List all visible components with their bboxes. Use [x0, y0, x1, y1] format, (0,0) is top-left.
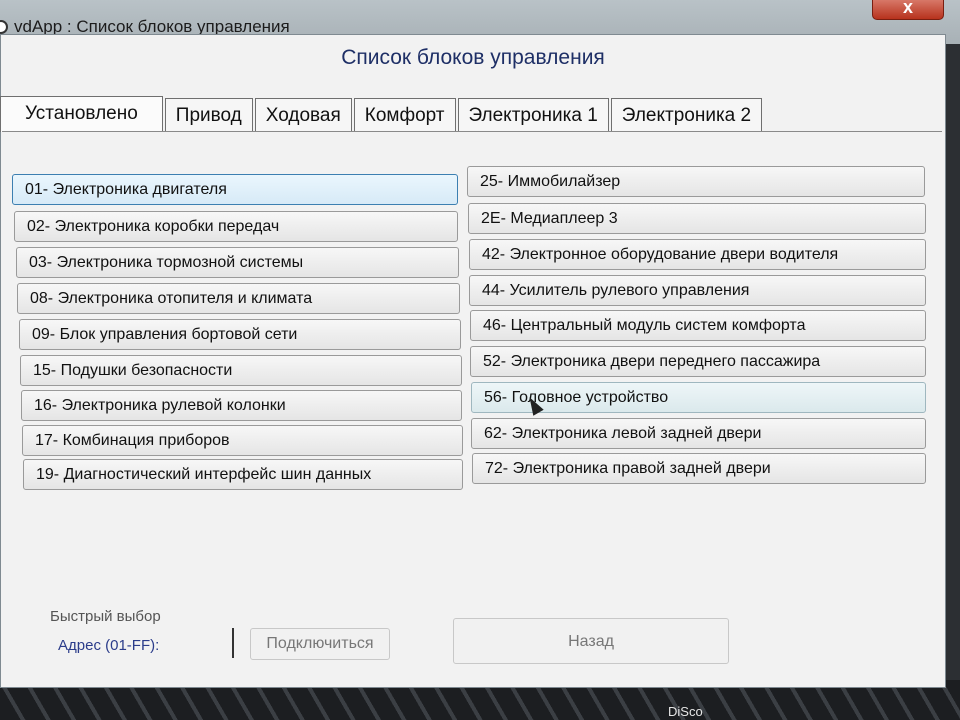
list-item[interactable]: 42- Электронное оборудование двери водит… [469, 239, 926, 270]
tab-panel-divider [2, 131, 942, 132]
tab-chassis[interactable]: Ходовая [254, 98, 352, 132]
list-item[interactable]: 01- Электроника двигателя [12, 174, 458, 205]
list-item[interactable]: 62- Электроника левой задней двери [471, 418, 926, 449]
close-button[interactable]: x [872, 0, 944, 20]
list-item[interactable]: 46- Центральный модуль систем комфорта [470, 310, 926, 341]
quick-select-label: Быстрый выбор [50, 608, 161, 625]
close-icon: x [902, 0, 913, 17]
list-item[interactable]: 16- Электроника рулевой колонки [21, 390, 462, 421]
list-item[interactable]: 72- Электроника правой задней двери [472, 453, 926, 484]
connect-button[interactable]: Подключиться [250, 628, 390, 660]
list-item[interactable]: 19- Диагностический интерфейс шин данных [23, 459, 463, 490]
tab-electronics-1[interactable]: Электроника 1 [457, 98, 609, 132]
address-label: Адрес (01-FF): [58, 637, 160, 654]
tab-installed[interactable]: Установлено [0, 96, 163, 132]
page-title: Список блоков управления [341, 46, 605, 69]
tab-drive[interactable]: Привод [164, 98, 253, 132]
list-item[interactable]: 2E- Медиаплеер 3 [468, 203, 926, 234]
list-item[interactable]: 15- Подушки безопасности [20, 355, 462, 386]
taskbar-label: DiSco [668, 704, 703, 719]
address-input[interactable] [182, 628, 234, 658]
app-icon [0, 20, 8, 34]
list-item[interactable]: 52- Электроника двери переднего пассажир… [470, 346, 926, 377]
list-item[interactable]: 02- Электроника коробки передач [14, 211, 458, 242]
list-item[interactable]: 09- Блок управления бортовой сети [19, 319, 461, 350]
list-item[interactable]: 25- Иммобилайзер [467, 166, 925, 197]
list-item[interactable]: 03- Электроника тормозной системы [16, 247, 459, 278]
list-item[interactable]: 17- Комбинация приборов [22, 425, 463, 456]
list-item[interactable]: 08- Электроника отопителя и климата [17, 283, 460, 314]
tab-bar: Установлено Привод Ходовая Комфорт Элект… [0, 96, 764, 132]
back-button[interactable]: Назад [453, 618, 729, 664]
tab-comfort[interactable]: Комфорт [353, 98, 456, 132]
list-item[interactable]: 44- Усилитель рулевого управления [469, 275, 926, 306]
tab-electronics-2[interactable]: Электроника 2 [610, 98, 763, 132]
